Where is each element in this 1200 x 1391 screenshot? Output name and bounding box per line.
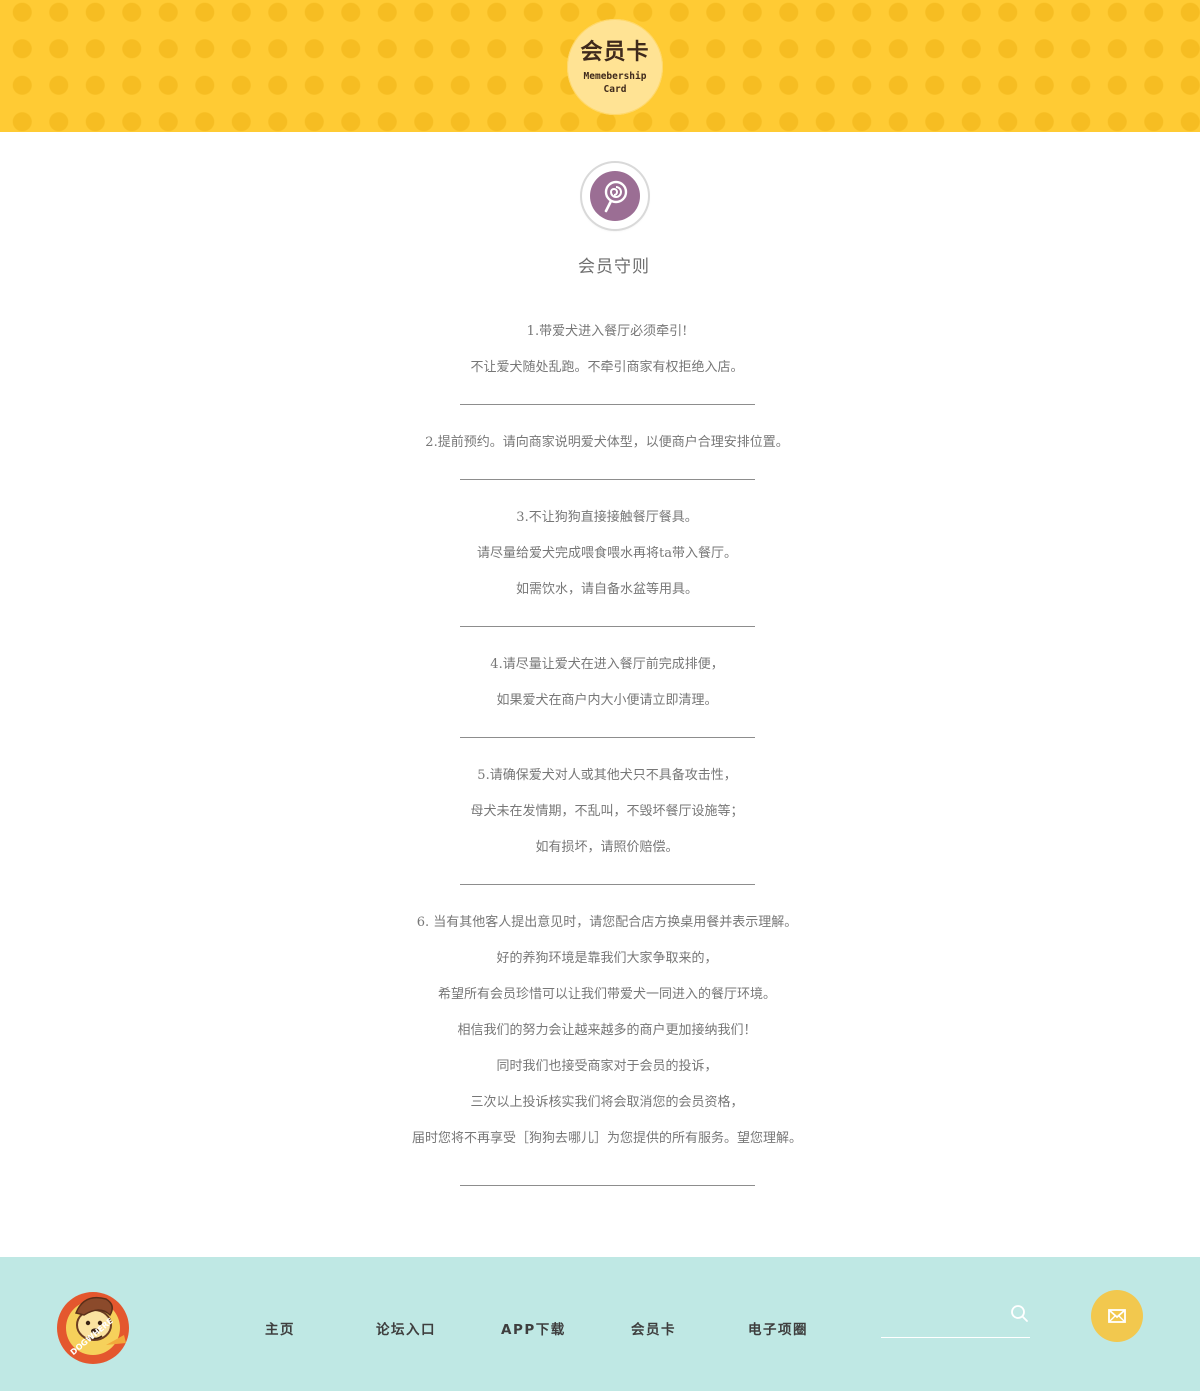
- nav-home[interactable]: 主页: [265, 1318, 295, 1338]
- rule-line: 如需饮水，请自备水盆等用具。: [515, 582, 698, 597]
- rule-line: 不让爱犬随处乱跑。不牵引商家有权拒绝入店。: [470, 360, 744, 375]
- rule-line: 2.提前预约。请向商家说明爱犬体型，以便商户合理安排位置。: [425, 435, 789, 450]
- mail-icon: [1108, 1309, 1126, 1323]
- rule-line: 1.带爱犬进入餐厅必须牵引!: [526, 324, 688, 339]
- rule-block: 2.提前预约。请向商家说明爱犬体型，以便商户合理安排位置。: [0, 425, 1200, 461]
- rule-line: 如果爱犬在商户内大小便请立即清理。: [496, 693, 718, 708]
- mail-button[interactable]: [1091, 1290, 1143, 1342]
- rule-block: 4.请尽量让爱犬在进入餐厅前完成排便， 如果爱犬在商户内大小便请立即清理。: [0, 647, 1200, 719]
- rule-divider: [460, 1185, 755, 1186]
- header-banner: 会员卡 Memebership Card: [0, 0, 1200, 132]
- rule-line: 4.请尽量让爱犬在进入餐厅前完成排便，: [490, 657, 724, 672]
- membership-card-badge: 会员卡 Memebership Card: [567, 19, 663, 115]
- rule-line: 5.请确保爱犬对人或其他犬只不具备攻击性，: [477, 768, 737, 783]
- section-title: 会员守则: [578, 257, 650, 277]
- search-input[interactable]: [881, 1301, 1010, 1331]
- rule-line: 相信我们的努力会让越来越多的商户更加接纳我们！: [457, 1023, 757, 1038]
- rule-line: 请尽量给爱犬完成喂食喂水再将ta带入餐厅。: [477, 546, 737, 561]
- rule-line: 如有损坏，请照价赔偿。: [535, 840, 679, 855]
- rule-line: 母犬未在发情期，不乱叫，不毁坏餐厅设施等；: [470, 804, 744, 819]
- rule-block: 5.请确保爱犬对人或其他犬只不具备攻击性， 母犬未在发情期，不乱叫，不毁坏餐厅设施…: [0, 758, 1200, 866]
- search-box: [881, 1297, 1030, 1338]
- rule-line: 同时我们也接受商家对于会员的投诉，: [496, 1059, 718, 1074]
- badge-subtitle: Memebership Card: [577, 70, 653, 96]
- rule-line: 6. 当有其他客人提出意见时，请您配合店方换桌用餐并表示理解。: [416, 915, 798, 930]
- search-icon[interactable]: [1008, 1303, 1030, 1325]
- rule-line: 三次以上投诉核实我们将会取消您的会员资格，: [470, 1095, 744, 1110]
- badge-subtitle-line2: Card: [603, 84, 627, 95]
- rules-list: 1.带爱犬进入餐厅必须牵引! 不让爱犬随处乱跑。不牵引商家有权拒绝入店。 2.提前预…: [0, 314, 1200, 1186]
- rule-block: 1.带爱犬进入餐厅必须牵引! 不让爱犬随处乱跑。不牵引商家有权拒绝入店。: [0, 314, 1200, 386]
- badge-subtitle-line1: Memebership: [583, 71, 647, 82]
- rule-line: 希望所有会员珍惜可以让我们带爱犬一同进入的餐厅环境。: [437, 987, 776, 1002]
- nav-membership-card[interactable]: 会员卡: [631, 1318, 676, 1338]
- rule-line: 好的养狗环境是靠我们大家争取来的，: [496, 951, 718, 966]
- footer: DOGWHERE 主页 论坛入口 APP下载 会员卡 电子项圈: [0, 1257, 1200, 1391]
- badge-title: 会员卡: [580, 40, 650, 65]
- rule-line: 届时您将不再享受［狗狗去哪儿］为您提供的所有服务。望您理解。: [411, 1131, 802, 1146]
- rules-icon-frame: [582, 163, 648, 229]
- nav-e-collar[interactable]: 电子项圈: [748, 1318, 808, 1338]
- lollipop-icon: [590, 171, 640, 221]
- nav-app-download[interactable]: APP下载: [501, 1318, 566, 1338]
- rule-block: 3.不让狗狗直接接触餐厅餐具。请尽量给爱犬完成喂食喂水再将ta带入餐厅。 如需饮水…: [0, 500, 1200, 608]
- rule-block: 6. 当有其他客人提出意见时，请您配合店方换桌用餐并表示理解。 好的养狗环境是靠我…: [0, 905, 1200, 1157]
- nav-forum[interactable]: 论坛入口: [376, 1318, 436, 1338]
- rule-line: 3.不让狗狗直接接触餐厅餐具。: [516, 510, 698, 525]
